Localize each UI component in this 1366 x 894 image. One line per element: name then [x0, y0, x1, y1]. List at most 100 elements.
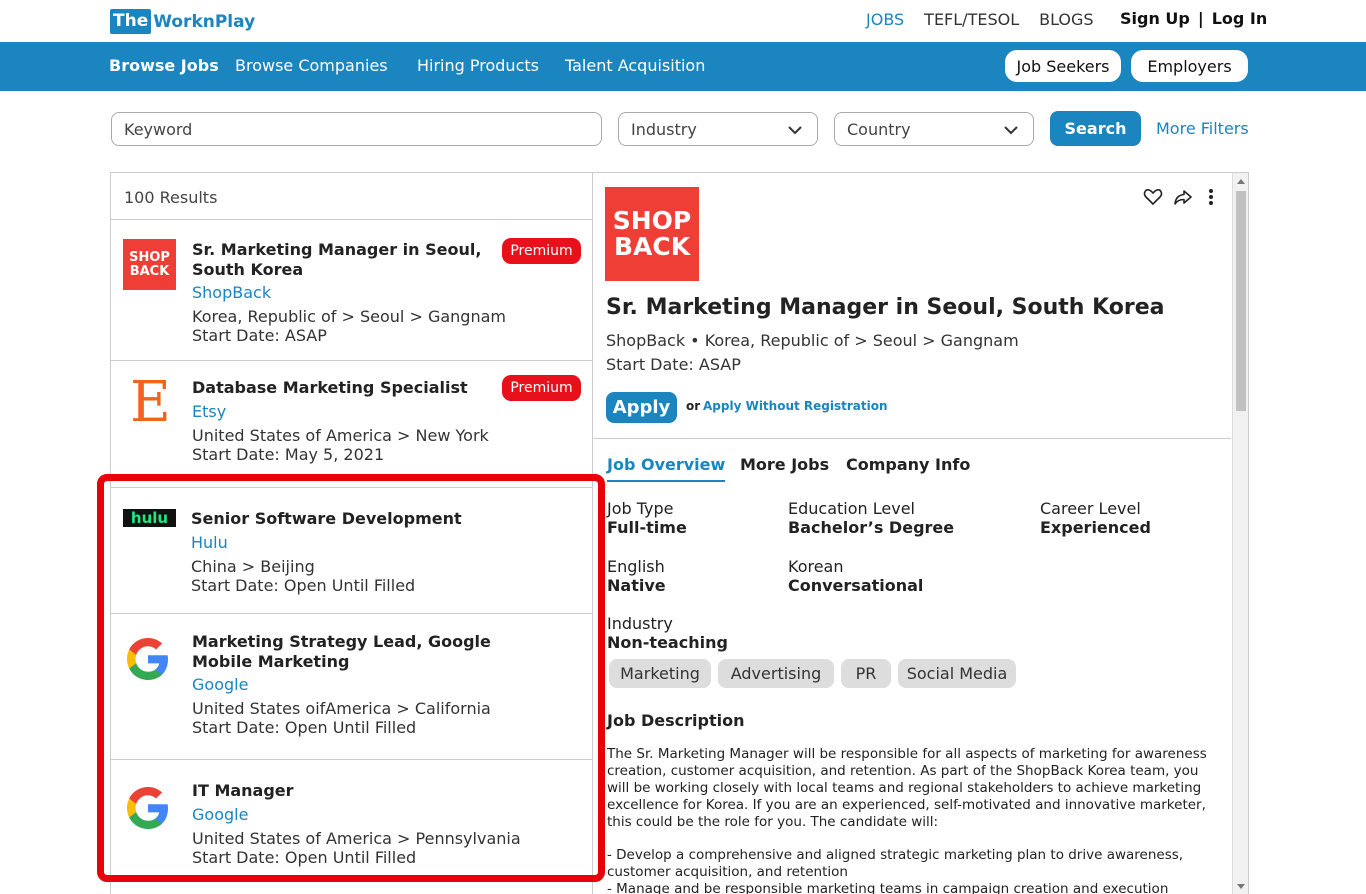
job-title[interactable]: IT Manager — [192, 781, 492, 801]
main-nav: Browse Jobs Browse Companies Hiring Prod… — [0, 42, 1366, 91]
job-card-etsy[interactable]: E Database Marketing Specialist Etsy Uni… — [111, 360, 592, 487]
heart-icon[interactable] — [1143, 187, 1163, 207]
more-options-icon[interactable] — [1203, 187, 1219, 207]
attr-label-korean: Korean — [788, 557, 844, 576]
tag-marketing[interactable]: Marketing — [609, 659, 711, 688]
attr-value-korean: Conversational — [788, 576, 924, 595]
tab-job-overview[interactable]: Job Overview — [607, 455, 726, 482]
topnav-tefl[interactable]: TEFL/TESOL — [924, 10, 1019, 29]
job-location: United States of America > Pennsylvania — [192, 829, 521, 848]
attr-value-education: Bachelor’s Degree — [788, 518, 955, 537]
scrollbar-thumb[interactable] — [1236, 191, 1246, 411]
keyword-placeholder: Keyword — [124, 119, 193, 139]
description-bullets: - Develop a comprehensive and aligned st… — [607, 847, 1217, 894]
detail-start-date: Start Date: ASAP — [606, 355, 741, 374]
top-bar: The WorknPlay JOBS TEFL/TESOL BLOGS Sign… — [0, 0, 1366, 42]
scrollbar[interactable] — [1232, 173, 1248, 894]
apply-without-registration-link[interactable]: Apply Without Registration — [703, 399, 888, 413]
shopback-logo-line2: BACK — [129, 263, 170, 279]
job-company[interactable]: Etsy — [192, 402, 226, 421]
detail-actions — [1143, 187, 1219, 207]
description-bullet: - Manage and be responsible marketing te… — [607, 881, 1169, 894]
attr-label-career: Career Level — [1040, 499, 1141, 518]
results-list: 100 Results SHOP BACK Sr. Marketing Mana… — [110, 172, 593, 894]
job-card-hulu[interactable]: hulu Senior Software Development Hulu Ch… — [111, 487, 592, 613]
chevron-down-icon — [1004, 126, 1018, 135]
nav-browse-companies[interactable]: Browse Companies — [235, 56, 388, 75]
google-logo — [127, 638, 168, 680]
auth-links: Sign Up | Log In — [1120, 9, 1267, 28]
job-location: United States of America > New York — [192, 426, 489, 445]
industry-label: Industry — [631, 119, 697, 139]
etsy-logo: E — [130, 370, 171, 435]
premium-badge: Premium — [502, 238, 581, 264]
shopback-logo-line2: BACK — [613, 232, 691, 261]
nav-browse-jobs[interactable]: Browse Jobs — [109, 56, 219, 75]
logo-name: WorknPlay — [153, 11, 256, 32]
description-text: The Sr. Marketing Manager will be respon… — [607, 746, 1207, 830]
tab-more-jobs[interactable]: More Jobs — [740, 455, 829, 480]
job-company[interactable]: Google — [192, 805, 248, 824]
employers-button[interactable]: Employers — [1131, 50, 1248, 82]
top-nav: JOBS TEFL/TESOL BLOGS — [866, 10, 1094, 29]
shopback-logo-line1: SHOP — [612, 206, 692, 235]
attr-value-career: Experienced — [1040, 518, 1151, 537]
country-select[interactable]: Country — [834, 112, 1034, 146]
tag-pr[interactable]: PR — [841, 659, 891, 688]
industry-select[interactable]: Industry — [618, 112, 818, 146]
shopback-logo: SHOP BACK — [123, 239, 176, 290]
attr-label-industry: Industry — [607, 614, 673, 633]
divider — [593, 438, 1231, 439]
premium-badge: Premium — [502, 375, 581, 401]
job-title[interactable]: Sr. Marketing Manager in Seoul, South Ko… — [192, 240, 492, 280]
job-start-date: Start Date: ASAP — [192, 326, 327, 345]
description-heading: Job Description — [607, 711, 745, 730]
nav-hiring-products[interactable]: Hiring Products — [417, 56, 539, 75]
job-location: Korea, Republic of > Seoul > Gangnam — [192, 307, 506, 326]
job-start-date: Start Date: Open Until Filled — [191, 576, 416, 595]
shopback-logo: SHOP BACK — [605, 187, 699, 281]
share-icon[interactable] — [1173, 187, 1193, 207]
log-in-link[interactable]: Log In — [1212, 9, 1268, 28]
attr-label-english: English — [607, 557, 665, 576]
job-company[interactable]: Hulu — [191, 533, 228, 552]
job-title[interactable]: Marketing Strategy Lead, Google Mobile M… — [192, 632, 552, 672]
job-title[interactable]: Senior Software Development — [191, 509, 491, 529]
job-company[interactable]: ShopBack — [192, 283, 271, 302]
auth-separator: | — [1197, 9, 1204, 28]
detail-title: Sr. Marketing Manager in Seoul, South Ko… — [606, 295, 1165, 320]
scroll-up-arrow-icon[interactable] — [1237, 179, 1245, 184]
job-card-google-it[interactable]: IT Manager Google United States of Ameri… — [111, 759, 592, 894]
keyword-input[interactable]: Keyword — [111, 112, 602, 146]
topnav-blogs[interactable]: BLOGS — [1039, 10, 1093, 29]
job-location: United States oifAmerica > California — [192, 699, 491, 718]
chevron-down-icon — [788, 126, 802, 135]
search-button[interactable]: Search — [1050, 111, 1141, 146]
tag-social-media[interactable]: Social Media — [898, 659, 1016, 688]
site-logo[interactable]: The WorknPlay — [110, 9, 255, 34]
job-seekers-button[interactable]: Job Seekers — [1005, 50, 1121, 82]
apply-or-text: or — [686, 399, 701, 413]
tab-company-info[interactable]: Company Info — [846, 455, 970, 480]
job-company[interactable]: Google — [192, 675, 248, 694]
attr-label-job-type: Job Type — [607, 499, 674, 518]
job-location: China > Beijing — [191, 557, 315, 576]
detail-subtitle: ShopBack • Korea, Republic of > Seoul > … — [606, 331, 1019, 350]
country-label: Country — [847, 119, 911, 139]
more-filters-link[interactable]: More Filters — [1156, 119, 1249, 138]
job-start-date: Start Date: Open Until Filled — [192, 848, 417, 867]
attr-value-english: Native — [607, 576, 666, 595]
job-start-date: Start Date: May 5, 2021 — [192, 445, 385, 464]
tag-advertising[interactable]: Advertising — [718, 659, 834, 688]
job-card-google-marketing[interactable]: Marketing Strategy Lead, Google Mobile M… — [111, 613, 592, 759]
nav-talent-acquisition[interactable]: Talent Acquisition — [565, 56, 705, 75]
topnav-jobs[interactable]: JOBS — [866, 10, 904, 29]
results-count: 100 Results — [124, 188, 218, 207]
job-card-shopback[interactable]: SHOP BACK Sr. Marketing Manager in Seoul… — [111, 219, 592, 360]
scroll-down-arrow-icon[interactable] — [1237, 884, 1245, 889]
job-title[interactable]: Database Marketing Specialist — [192, 378, 492, 398]
sign-up-link[interactable]: Sign Up — [1120, 9, 1190, 28]
job-detail-panel: SHOP BACK Sr. Marketing Manager in Seoul… — [593, 172, 1249, 894]
description-bullet: - Develop a comprehensive and aligned st… — [607, 847, 1184, 880]
apply-button[interactable]: Apply — [606, 392, 677, 423]
